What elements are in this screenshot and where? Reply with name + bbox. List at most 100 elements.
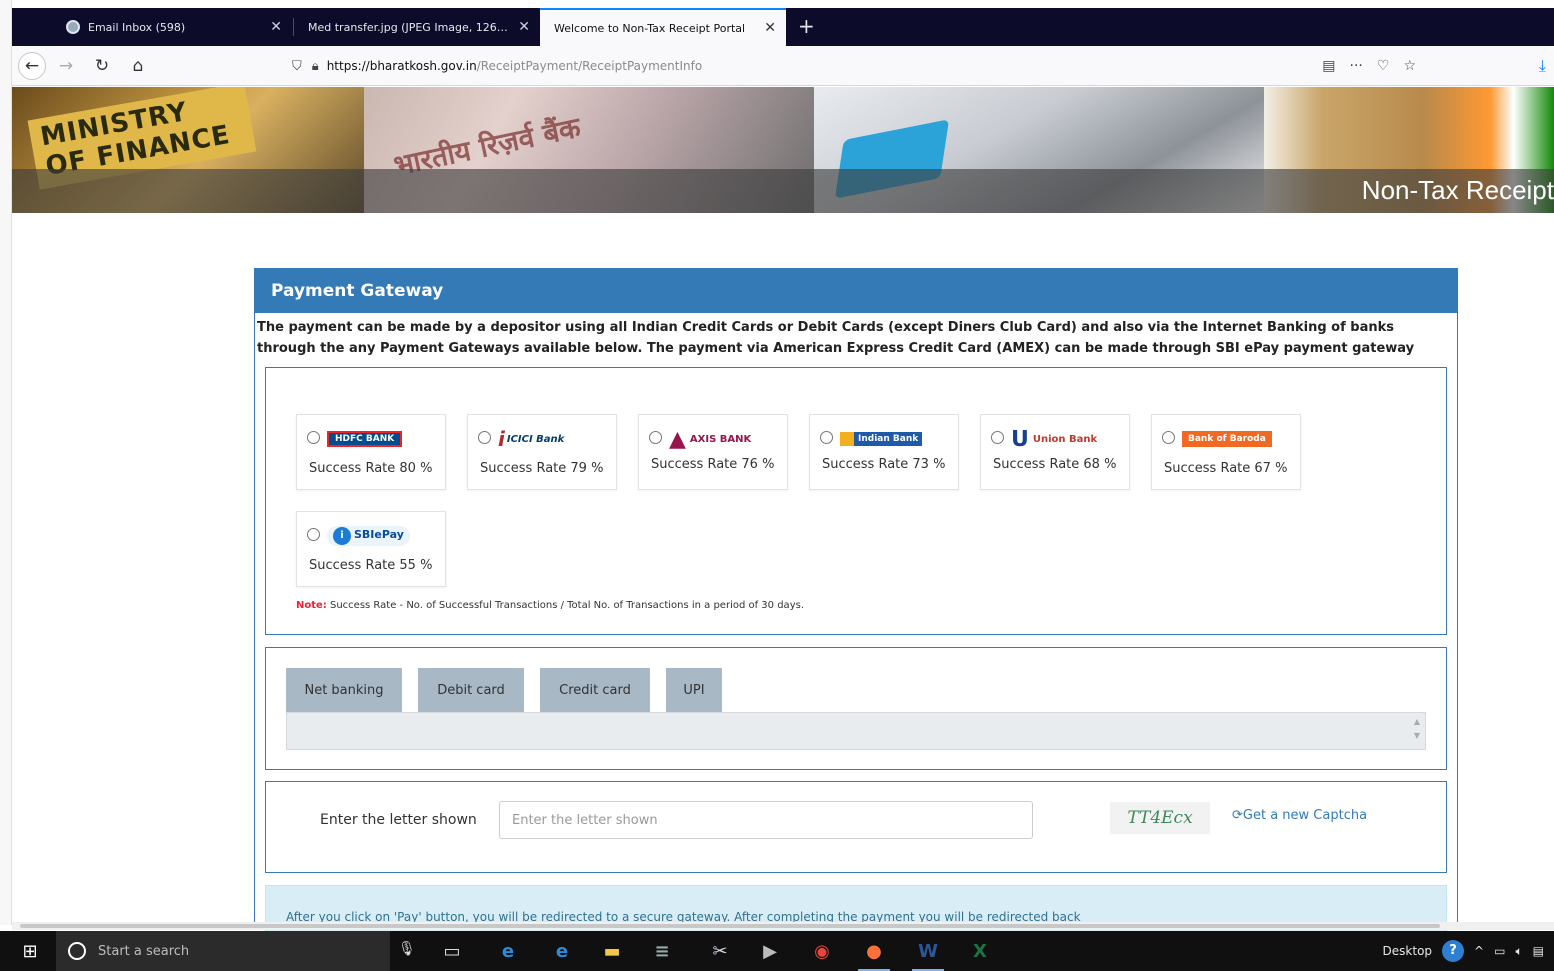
bank-of-baroda-logo-icon: Bank of Baroda — [1182, 427, 1272, 451]
payment-method-box: Net banking Debit card Credit card UPI ▲… — [265, 647, 1447, 770]
close-tab-icon[interactable]: ✕ — [270, 19, 282, 35]
volume-icon[interactable]: 🔈︎ — [1515, 944, 1522, 959]
tray-chevron-icon[interactable]: ^ — [1474, 944, 1484, 958]
close-tab-icon[interactable]: ✕ — [764, 20, 776, 36]
url-host: https://bharatkosh.gov.in — [326, 59, 477, 73]
success-rate: Success Rate 55 % — [309, 558, 433, 573]
tab-upi[interactable]: UPI — [666, 668, 722, 712]
success-rate: Success Rate 68 % — [993, 457, 1117, 472]
tab-title: Email Inbox (598) — [88, 20, 186, 34]
portal-title: Non-Tax Receipt — [1361, 175, 1554, 205]
captcha-input[interactable] — [499, 801, 1033, 839]
close-tab-icon[interactable]: ✕ — [518, 19, 530, 35]
refresh-icon: ⟳ — [1232, 808, 1243, 823]
gateway-radio[interactable] — [991, 431, 1004, 444]
media-app-icon[interactable]: ▶ — [750, 931, 790, 971]
success-rate: Success Rate 79 % — [480, 461, 604, 476]
note-text: Success Rate - No. of Successful Transac… — [326, 600, 804, 611]
gateway-option-hdfc[interactable]: HDFC BANK Success Rate 80 % — [296, 414, 446, 490]
word-icon[interactable]: W — [908, 931, 948, 971]
tab-net-banking[interactable]: Net banking — [286, 668, 402, 712]
task-view-icon[interactable]: ▭ — [432, 931, 472, 971]
reload-button[interactable]: ↻ — [88, 52, 116, 80]
notifications-icon[interactable]: ▤ — [1533, 944, 1544, 958]
snipping-tool-icon[interactable]: ✂ — [700, 931, 740, 971]
pocket-icon[interactable]: ♡ — [1377, 58, 1390, 74]
gateway-option-union-bank[interactable]: ᑌ Union Bank Success Rate 68 % — [980, 414, 1130, 490]
hdfc-logo-icon: HDFC BANK — [327, 427, 403, 451]
captcha-label: Enter the letter shown — [320, 812, 477, 828]
sbiepay-logo-icon: i SBIePay — [327, 524, 410, 548]
forward-button[interactable]: → — [52, 52, 80, 80]
gateway-radio[interactable] — [307, 528, 320, 541]
tab-med-transfer[interactable]: Med transfer.jpg (JPEG Image, 126… ✕ — [294, 8, 540, 46]
banner-overlay — [12, 169, 1554, 213]
gateway-option-indian-bank[interactable]: Indian Bank Success Rate 73 % — [809, 414, 959, 490]
gateway-radio[interactable] — [649, 431, 662, 444]
address-bar[interactable]: ⛉ 🔒︎ https://bharatkosh.gov.in/ReceiptPa… — [282, 52, 1430, 80]
success-rate: Success Rate 80 % — [309, 461, 433, 476]
tab-bar: Email Inbox (598) ✕ Med transfer.jpg (JP… — [12, 8, 1554, 46]
gateway-option-sbiepay[interactable]: i SBIePay Success Rate 55 % — [296, 511, 446, 587]
firefox-icon[interactable]: ● — [854, 931, 894, 971]
gateway-radio[interactable] — [307, 431, 320, 444]
desktop-toolbar-label[interactable]: Desktop — [1383, 944, 1433, 958]
cortana-icon — [68, 942, 86, 960]
success-rate: Success Rate 67 % — [1164, 461, 1288, 476]
navigation-bar: ← → ↻ ⌂ ⛉ 🔒︎ https://bharatkosh.gov.in/R… — [12, 46, 1554, 86]
chrome-icon[interactable]: ◉ — [802, 931, 842, 971]
content-scrollbar[interactable]: ▲ ▼ — [1411, 715, 1423, 747]
network-icon[interactable]: ▭ — [1494, 944, 1505, 958]
icici-logo-icon: i ICICI Bank — [498, 427, 565, 451]
shield-icon[interactable]: ⛉ — [292, 59, 302, 74]
payment-gateway-panel: Payment Gateway The payment can be made … — [254, 268, 1458, 935]
gateway-option-axis[interactable]: ▲ AXIS BANK Success Rate 76 % — [638, 414, 788, 490]
axis-logo-icon: ▲ AXIS BANK — [669, 426, 752, 452]
scrollbar-thumb[interactable] — [20, 924, 1440, 928]
more-actions-icon[interactable]: ··· — [1350, 58, 1363, 74]
payment-method-content[interactable]: ▲ ▼ — [286, 712, 1426, 750]
back-button[interactable]: ← — [18, 52, 46, 80]
panel-heading: Payment Gateway — [255, 269, 1457, 313]
new-captcha-label: Get a new Captcha — [1242, 808, 1368, 823]
reader-view-icon[interactable]: ▤ — [1322, 58, 1335, 74]
captcha-image: TT4Ecx — [1110, 802, 1210, 834]
gateway-radio[interactable] — [478, 431, 491, 444]
file-explorer-icon[interactable]: ▬ — [592, 931, 632, 971]
download-icon[interactable]: ⤓ — [1539, 56, 1546, 76]
taskbar-search[interactable]: Start a search — [56, 931, 390, 971]
help-icon[interactable]: ? — [1442, 940, 1465, 962]
url-path: /ReceiptPayment/ReceiptPaymentInfo — [476, 59, 703, 73]
window-edge — [0, 0, 12, 925]
captcha-box: Enter the letter shown TT4Ecx ⟳Get a new… — [265, 781, 1447, 873]
excel-icon[interactable]: X — [960, 931, 1000, 971]
gateway-list: HDFC BANK Success Rate 80 % i ICICI Bank … — [265, 367, 1447, 635]
lock-icon[interactable]: 🔒︎ — [312, 59, 319, 74]
microphone-icon[interactable]: 🎙︎ — [398, 941, 416, 957]
edge-icon[interactable]: e — [542, 931, 582, 971]
internet-explorer-icon[interactable]: e — [488, 931, 528, 971]
note-label: Note: — [296, 600, 327, 611]
tab-credit-card[interactable]: Credit card — [540, 668, 650, 712]
site-banner: MINISTRY OF FINANCE भारतीय रिज़र्व बैंक … — [12, 87, 1554, 213]
bookmark-star-icon[interactable]: ☆ — [1403, 58, 1416, 74]
tab-email-inbox[interactable]: Email Inbox (598) ✕ — [52, 8, 292, 46]
gateway-radio[interactable] — [1162, 431, 1175, 444]
new-tab-button[interactable]: + — [798, 14, 815, 38]
gateway-option-icici[interactable]: i ICICI Bank Success Rate 79 % — [467, 414, 617, 490]
gateway-radio[interactable] — [820, 431, 833, 444]
home-button[interactable]: ⌂ — [124, 52, 152, 80]
email-favicon-icon — [66, 20, 80, 34]
windows-start-icon[interactable]: ⊞ — [10, 931, 50, 971]
new-captcha-link[interactable]: ⟳Get a new Captcha — [1232, 808, 1367, 823]
tab-non-tax-receipt[interactable]: Welcome to Non-Tax Receipt Portal ✕ — [540, 8, 786, 46]
gateway-option-bank-of-baroda[interactable]: Bank of Baroda Success Rate 67 % — [1151, 414, 1301, 490]
success-rate: Success Rate 76 % — [651, 457, 775, 472]
url-text: https://bharatkosh.gov.in/ReceiptPayment… — [327, 59, 703, 73]
tab-debit-card[interactable]: Debit card — [418, 668, 524, 712]
url-actions: ▤ ··· ♡ ☆ — [1322, 52, 1416, 80]
email-app-icon[interactable]: ≡ — [642, 931, 682, 971]
tab-title: Med transfer.jpg (JPEG Image, 126… — [308, 20, 508, 34]
intro-text: The payment can be made by a depositor u… — [257, 320, 1415, 356]
search-placeholder: Start a search — [98, 943, 190, 959]
